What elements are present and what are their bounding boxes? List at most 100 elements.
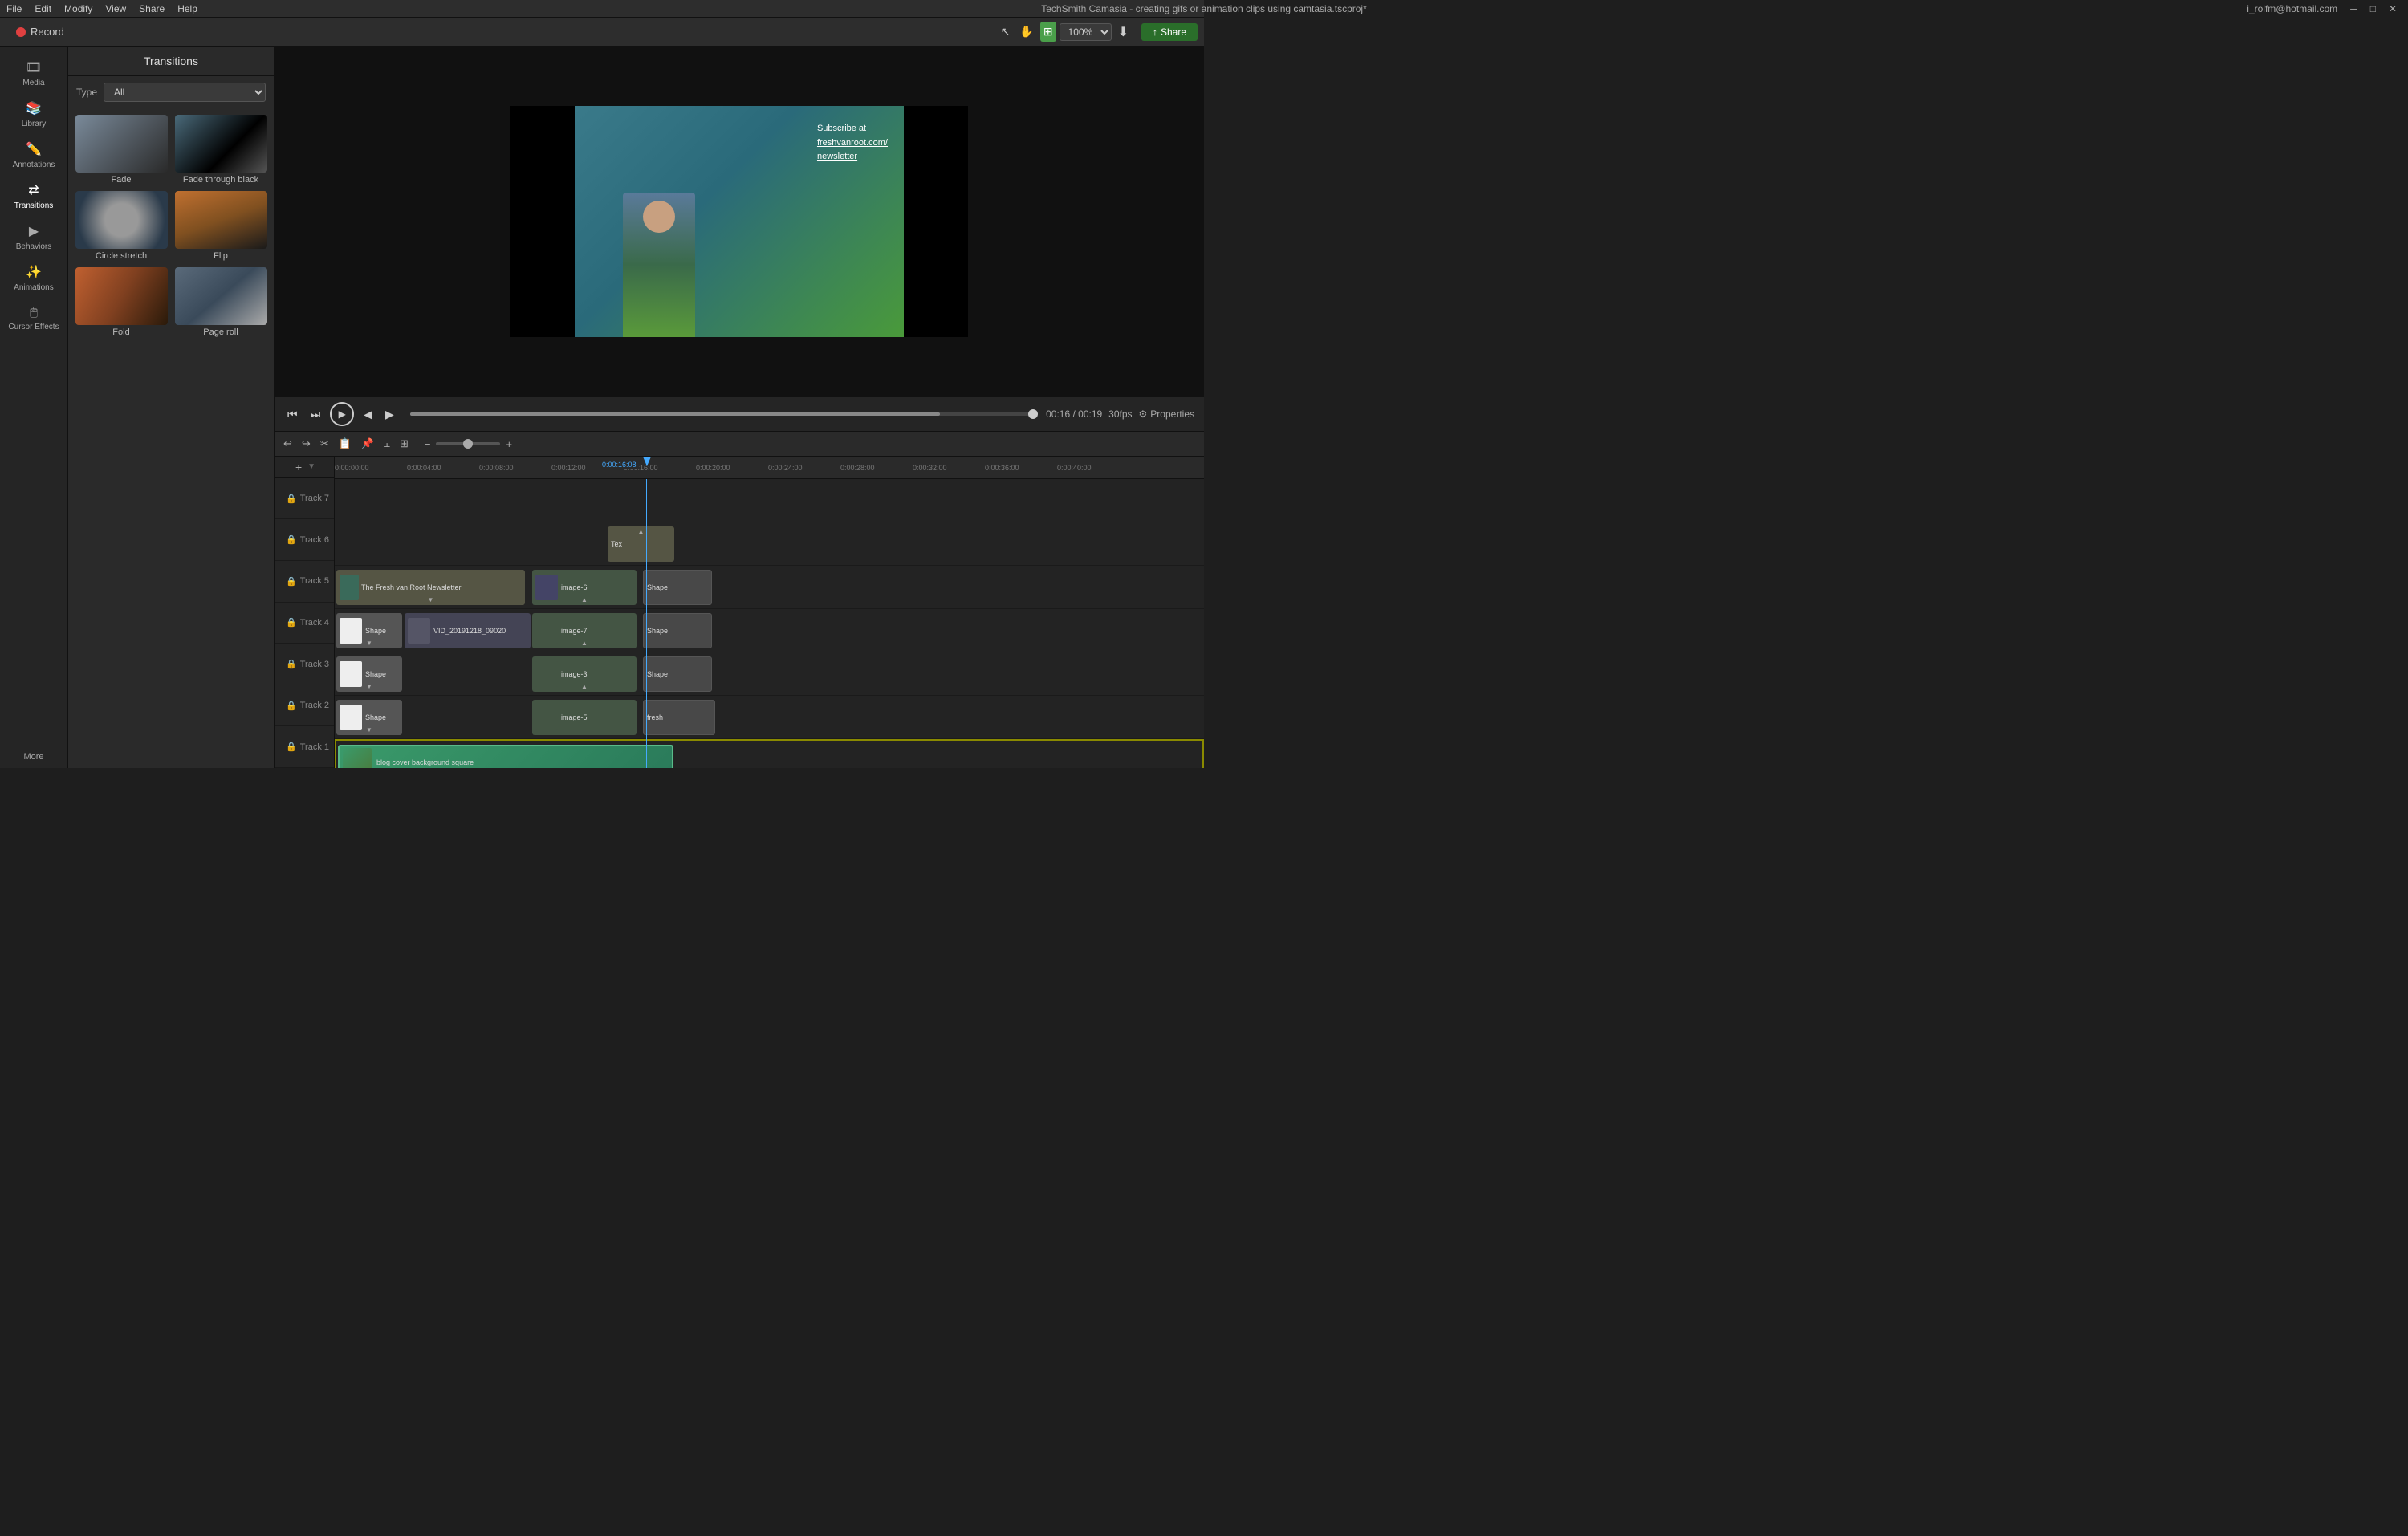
clip-shape4-label: Shape: [365, 627, 399, 635]
clip-track3-shape[interactable]: Shape ▼: [336, 656, 402, 692]
preview-area: Subscribe atfreshvanroot.com/newsletter …: [275, 47, 1204, 431]
clip-track4-vid[interactable]: VID_20191218_09020: [405, 613, 531, 648]
menu-modify[interactable]: Modify: [64, 3, 92, 14]
add-track-button[interactable]: +: [293, 458, 304, 476]
cut-button[interactable]: ✂: [318, 435, 332, 453]
clip-track4-image7[interactable]: image-7 ▲: [532, 613, 637, 648]
transition-fade-through-black[interactable]: Fade through black: [174, 115, 267, 185]
close-button[interactable]: ✕: [2384, 3, 2402, 14]
maximize-button[interactable]: □: [2365, 3, 2381, 14]
clip-tex-arrow: ▲: [638, 528, 645, 535]
next-frame-button[interactable]: ▶: [382, 404, 397, 425]
zoom-in-button[interactable]: +: [503, 436, 515, 453]
track-1-lock: 🔒: [286, 742, 297, 752]
time-display: 00:16 / 00:19: [1046, 408, 1102, 420]
zoom-slider[interactable]: [436, 442, 500, 445]
zoom-thumb: [463, 439, 473, 449]
time-total: 00:19: [1078, 408, 1102, 420]
content-area: Subscribe atfreshvanroot.com/newsletter …: [275, 47, 1204, 768]
minimize-button[interactable]: ─: [2345, 3, 2362, 14]
clip-track1-bg[interactable]: blog cover background square ▼: [338, 745, 673, 768]
zoom-select[interactable]: 100%: [1060, 23, 1112, 41]
menu-help[interactable]: Help: [177, 3, 197, 14]
properties-label: Properties: [1150, 408, 1194, 420]
clip-vid-thumb: [408, 618, 430, 644]
clip-track2-image5[interactable]: image-5: [532, 700, 637, 735]
sidebar-item-library[interactable]: 📚 Library: [0, 94, 67, 135]
sidebar-item-transitions[interactable]: ⇄ Transitions: [0, 176, 67, 217]
progress-thumb: [1028, 409, 1038, 419]
sidebar-media-label: Media: [22, 79, 44, 87]
ruler-tick-40: 0:00:40:00: [1057, 464, 1092, 472]
preview-black-left: [510, 106, 575, 337]
clip-shape3-thumb: [340, 661, 362, 687]
clip-image7-arrow: ▲: [581, 640, 588, 647]
download-button[interactable]: ⬇: [1115, 21, 1132, 43]
menu-share[interactable]: Share: [139, 3, 165, 14]
track-2-content: Shape ▼ image-5 fresh: [335, 696, 1204, 738]
properties-button[interactable]: ⚙ Properties: [1139, 408, 1194, 420]
prev-frame-button[interactable]: ◀: [360, 404, 376, 425]
clip-track2-fresh[interactable]: fresh: [643, 700, 715, 735]
menu-file[interactable]: File: [6, 3, 22, 14]
tracks-scroll[interactable]: 0:00:00:00 0:00:04:00 0:00:08:00 0:00:12…: [335, 457, 1204, 768]
undo-button[interactable]: ↩: [281, 435, 295, 453]
sidebar-cursor-effects-label: Cursor Effects: [8, 323, 59, 331]
sidebar-item-cursor-effects[interactable]: 🖱 Cursor Effects: [0, 299, 67, 338]
clip-bg-label: blog cover background square: [376, 758, 669, 766]
clip-track4-shape[interactable]: Shape: [643, 613, 712, 648]
menu-edit[interactable]: Edit: [35, 3, 51, 14]
clip-track5-newsletter[interactable]: The Fresh van Root Newsletter ▼: [336, 570, 525, 605]
transitions-icon: ⇄: [28, 182, 39, 198]
clip-track3-shape-label: Shape: [647, 670, 708, 678]
track-label-7: 🔒 Track 7: [275, 478, 334, 520]
sidebar-item-media[interactable]: 🎞 Media: [0, 53, 67, 94]
panel-title: Transitions: [68, 47, 274, 76]
record-button[interactable]: Record: [6, 22, 74, 41]
type-select[interactable]: All: [104, 83, 266, 102]
transition-fade[interactable]: Fade: [75, 115, 168, 185]
clip-track4-shape[interactable]: Shape ▼: [336, 613, 402, 648]
zoom-out-button[interactable]: −: [422, 436, 433, 453]
share-button[interactable]: ↑ Share: [1141, 23, 1198, 41]
media-icon: 🎞: [26, 59, 42, 75]
sidebar-item-behaviors[interactable]: ▶ Behaviors: [0, 217, 67, 258]
track-2-label: Track 2: [300, 701, 329, 710]
sidebar-item-annotations[interactable]: ✏️ Annotations: [0, 135, 67, 176]
sidebar-more-button[interactable]: More: [17, 746, 50, 768]
ruler-tick-36: 0:00:36:00: [985, 464, 1019, 472]
copy-button[interactable]: 📋: [336, 435, 354, 453]
share-label: Share: [1161, 26, 1186, 38]
paste-button[interactable]: 📌: [359, 435, 376, 453]
split-button[interactable]: ⫠: [381, 435, 393, 453]
transition-flip[interactable]: Flip: [174, 191, 267, 261]
preview-controls: ⏮ ⏭ ▶ ◀ ▶ 00:16 / 00:19 30fps ⚙ Properti…: [275, 396, 1204, 431]
clip-track6-tex[interactable]: Tex ▲: [608, 526, 674, 562]
clip-track2-shape[interactable]: Shape ▼: [336, 700, 402, 735]
transition-page-roll[interactable]: Page roll: [174, 267, 267, 337]
skip-back-button[interactable]: ⏮: [284, 404, 301, 425]
circle-stretch-thumb: [75, 191, 168, 249]
clip-track3-shape[interactable]: Shape: [643, 656, 712, 692]
transition-circle-stretch[interactable]: Circle stretch: [75, 191, 168, 261]
group-button[interactable]: ⊞: [397, 435, 411, 453]
transition-fold[interactable]: Fold: [75, 267, 168, 337]
clip-track5-image6[interactable]: image-6 ▲: [532, 570, 637, 605]
redo-button[interactable]: ↪: [299, 435, 313, 453]
progress-bar[interactable]: [410, 412, 1033, 416]
select-tool-button[interactable]: ↖: [998, 22, 1014, 42]
clip-track5-shape[interactable]: Shape: [643, 570, 712, 605]
track-3-row: Shape ▼ image-3 ▲ Shape: [335, 652, 1204, 696]
crop-tool-button[interactable]: ⊞: [1040, 22, 1056, 42]
clip-track3-image3[interactable]: image-3 ▲: [532, 656, 637, 692]
play-button[interactable]: ▶: [330, 402, 354, 426]
ruler-tick-0: 0:00:00:00: [335, 464, 369, 472]
sidebar-item-animations[interactable]: ✨ Animations: [0, 258, 67, 299]
track-3-lock: 🔒: [286, 659, 297, 669]
pan-tool-button[interactable]: ✋: [1016, 22, 1036, 42]
menu-view[interactable]: View: [105, 3, 126, 14]
step-back-button[interactable]: ⏭: [307, 404, 324, 425]
clip-shape2-thumb: [340, 705, 362, 730]
clip-image3-arrow: ▲: [581, 683, 588, 690]
user-email[interactable]: i_rolfm@hotmail.com: [2242, 3, 2342, 14]
